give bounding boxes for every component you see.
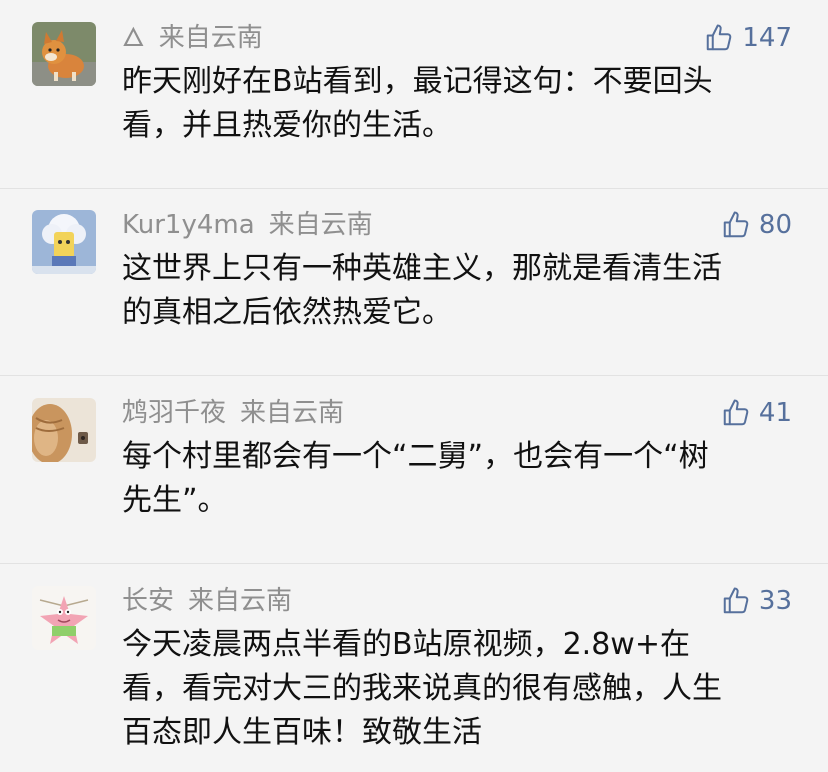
- location-label: 来自云南: [188, 586, 293, 616]
- location-label: 来自云南: [158, 23, 263, 53]
- like-count: 80: [758, 210, 792, 240]
- comment-line: 的真相之后依然热爱它。: [122, 295, 452, 330]
- divider: [0, 563, 828, 564]
- cat-avatar[interactable]: [32, 398, 96, 462]
- comment-line: 每个村里都会有一个“二舅”，也会有一个“树: [122, 439, 709, 474]
- comment-line: 看，并且热爱你的生活。: [122, 108, 452, 143]
- comment-line: 昨天刚好在B站看到，最记得这句：不要回头: [122, 64, 713, 99]
- comment-meta: 鸩羽千夜 来自云南: [122, 395, 344, 431]
- divider: [0, 375, 828, 376]
- thumbs-up-icon: [723, 211, 749, 238]
- comment-line: 看，看完对大三的我来说真的很有感触，人生: [122, 671, 722, 706]
- username[interactable]: 🜂: [122, 23, 145, 53]
- comment-text: 每个村里都会有一个“二舅”，也会有一个“树 先生”。: [122, 435, 792, 523]
- thumbs-up-icon: [707, 24, 732, 51]
- like-count: 147: [742, 23, 792, 53]
- comment-line: 这世界上只有一种英雄主义，那就是看清生活: [122, 251, 722, 286]
- comment-line: 百态即人生百味！致敬生活: [122, 715, 482, 750]
- like-button[interactable]: 147: [704, 20, 792, 56]
- like-button[interactable]: 33: [721, 583, 792, 619]
- comment-text: 昨天刚好在B站看到，最记得这句：不要回头 看，并且热爱你的生活。: [122, 60, 792, 148]
- thumbs-up-icon: [723, 587, 749, 614]
- divider: [0, 188, 828, 189]
- username[interactable]: Kur1y4ma: [122, 210, 255, 240]
- like-count: 33: [758, 586, 792, 616]
- username[interactable]: 长安: [122, 586, 174, 616]
- patrick-star-avatar[interactable]: [32, 586, 96, 650]
- location-label: 来自云南: [240, 398, 345, 428]
- comment-text: 这世界上只有一种英雄主义，那就是看清生活 的真相之后依然热爱它。: [122, 247, 792, 335]
- like-button[interactable]: 80: [721, 207, 792, 243]
- like-button[interactable]: 41: [721, 395, 792, 431]
- comment-meta: Kur1y4ma 来自云南: [122, 207, 373, 243]
- comment-meta: 长安 来自云南: [122, 583, 292, 619]
- shiba-dog-avatar[interactable]: [32, 22, 96, 86]
- comment-text: 今天凌晨两点半看的B站原视频，2.8w+在 看，看完对大三的我来说真的很有感触，…: [122, 623, 792, 755]
- comment-line: 先生”。: [122, 483, 228, 518]
- cartoon-character-avatar[interactable]: [32, 210, 96, 274]
- location-label: 来自云南: [268, 210, 373, 240]
- comment-feed: 🜂 来自云南 147 昨天刚好在B站看到，最记得这句：不要回头 看，并且热爱你的生…: [0, 0, 828, 772]
- comment-meta: 🜂 来自云南: [122, 20, 263, 56]
- username[interactable]: 鸩羽千夜: [122, 398, 226, 428]
- comment-line: 今天凌晨两点半看的B站原视频，2.8w+在: [122, 627, 690, 662]
- like-count: 41: [758, 398, 792, 428]
- thumbs-up-icon: [723, 399, 749, 426]
